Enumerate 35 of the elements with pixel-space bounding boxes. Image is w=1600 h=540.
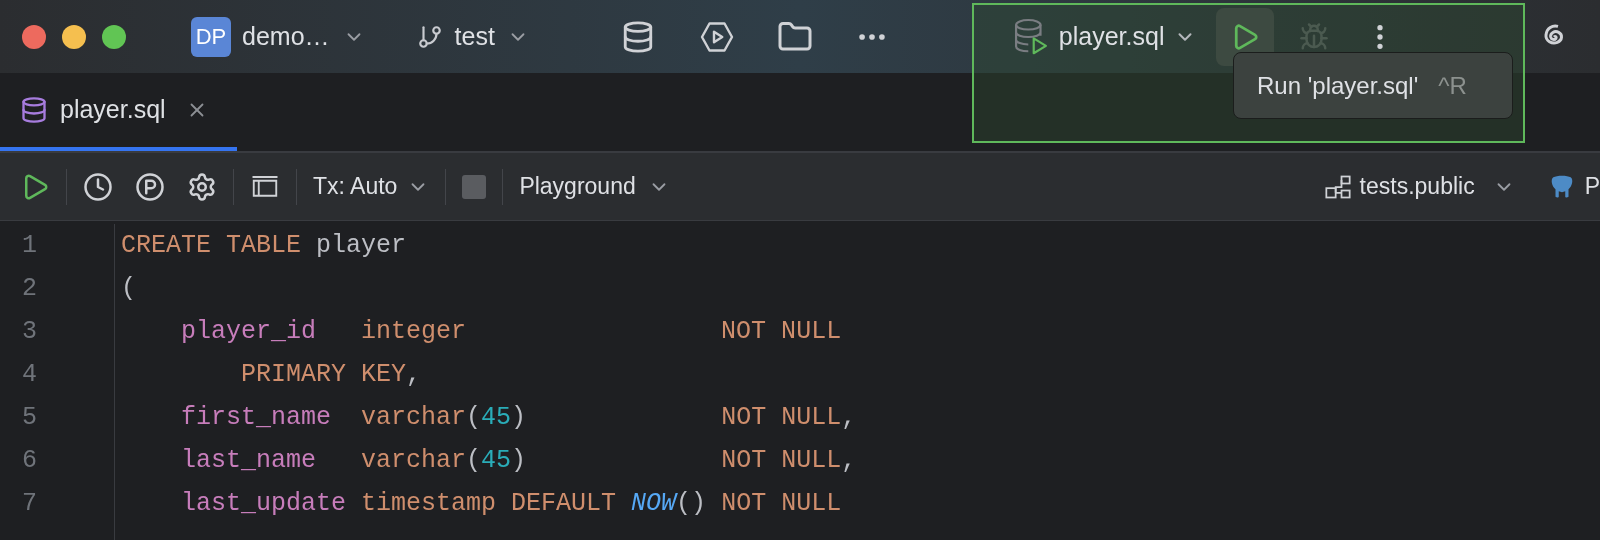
code-line: last_update timestamp DEFAULT NOW() NOT NULL (180, 488, 842, 520)
code-line: first_name varchar(45) NOT NULL, (180, 402, 857, 434)
minimize-window-button[interactable] (62, 24, 86, 49)
code-line: player_id integer NOT NULL (180, 316, 842, 348)
settings-icon[interactable] (187, 171, 217, 202)
schema-dropdown[interactable]: tests.public (1323, 169, 1515, 204)
tooltip-text: Run 'player.sql' (1257, 70, 1419, 101)
line-number: 3 (22, 317, 37, 346)
line-number: 6 (22, 446, 37, 475)
line-number: 1 (22, 231, 37, 260)
database-run-icon (1012, 17, 1049, 56)
circle-p-icon[interactable] (135, 171, 165, 202)
database-icon (20, 96, 48, 124)
code-line: ( (121, 273, 136, 305)
tab-label: player.sql (60, 94, 166, 126)
maximize-window-button[interactable] (102, 24, 126, 49)
line-number: 7 (22, 489, 37, 518)
code-line: PRIMARY KEY, (240, 359, 422, 391)
clock-icon[interactable] (83, 171, 113, 202)
bug-icon (1299, 21, 1330, 52)
close-window-button[interactable] (22, 24, 46, 49)
session-dropdown[interactable]: Playground (519, 169, 670, 204)
datasource-dropdown[interactable]: P (1548, 169, 1600, 204)
project-initials-badge: DP (191, 16, 231, 57)
run-configuration-selector[interactable]: player.sql (1012, 17, 1197, 56)
project-selector[interactable]: DP demo… (191, 16, 365, 57)
code-line: CREATE TABLE player (121, 230, 407, 262)
line-number: 5 (22, 403, 37, 432)
branch-selector[interactable]: test (416, 17, 529, 56)
branch-icon (416, 23, 443, 50)
code-line: last_name varchar(45) NOT NULL, (180, 445, 857, 477)
line-number: 4 (22, 360, 37, 389)
shortcut-hint: ^R (1438, 70, 1467, 101)
line-number: 2 (22, 274, 37, 303)
transaction-mode-dropdown[interactable]: Tx: Auto (313, 169, 430, 204)
